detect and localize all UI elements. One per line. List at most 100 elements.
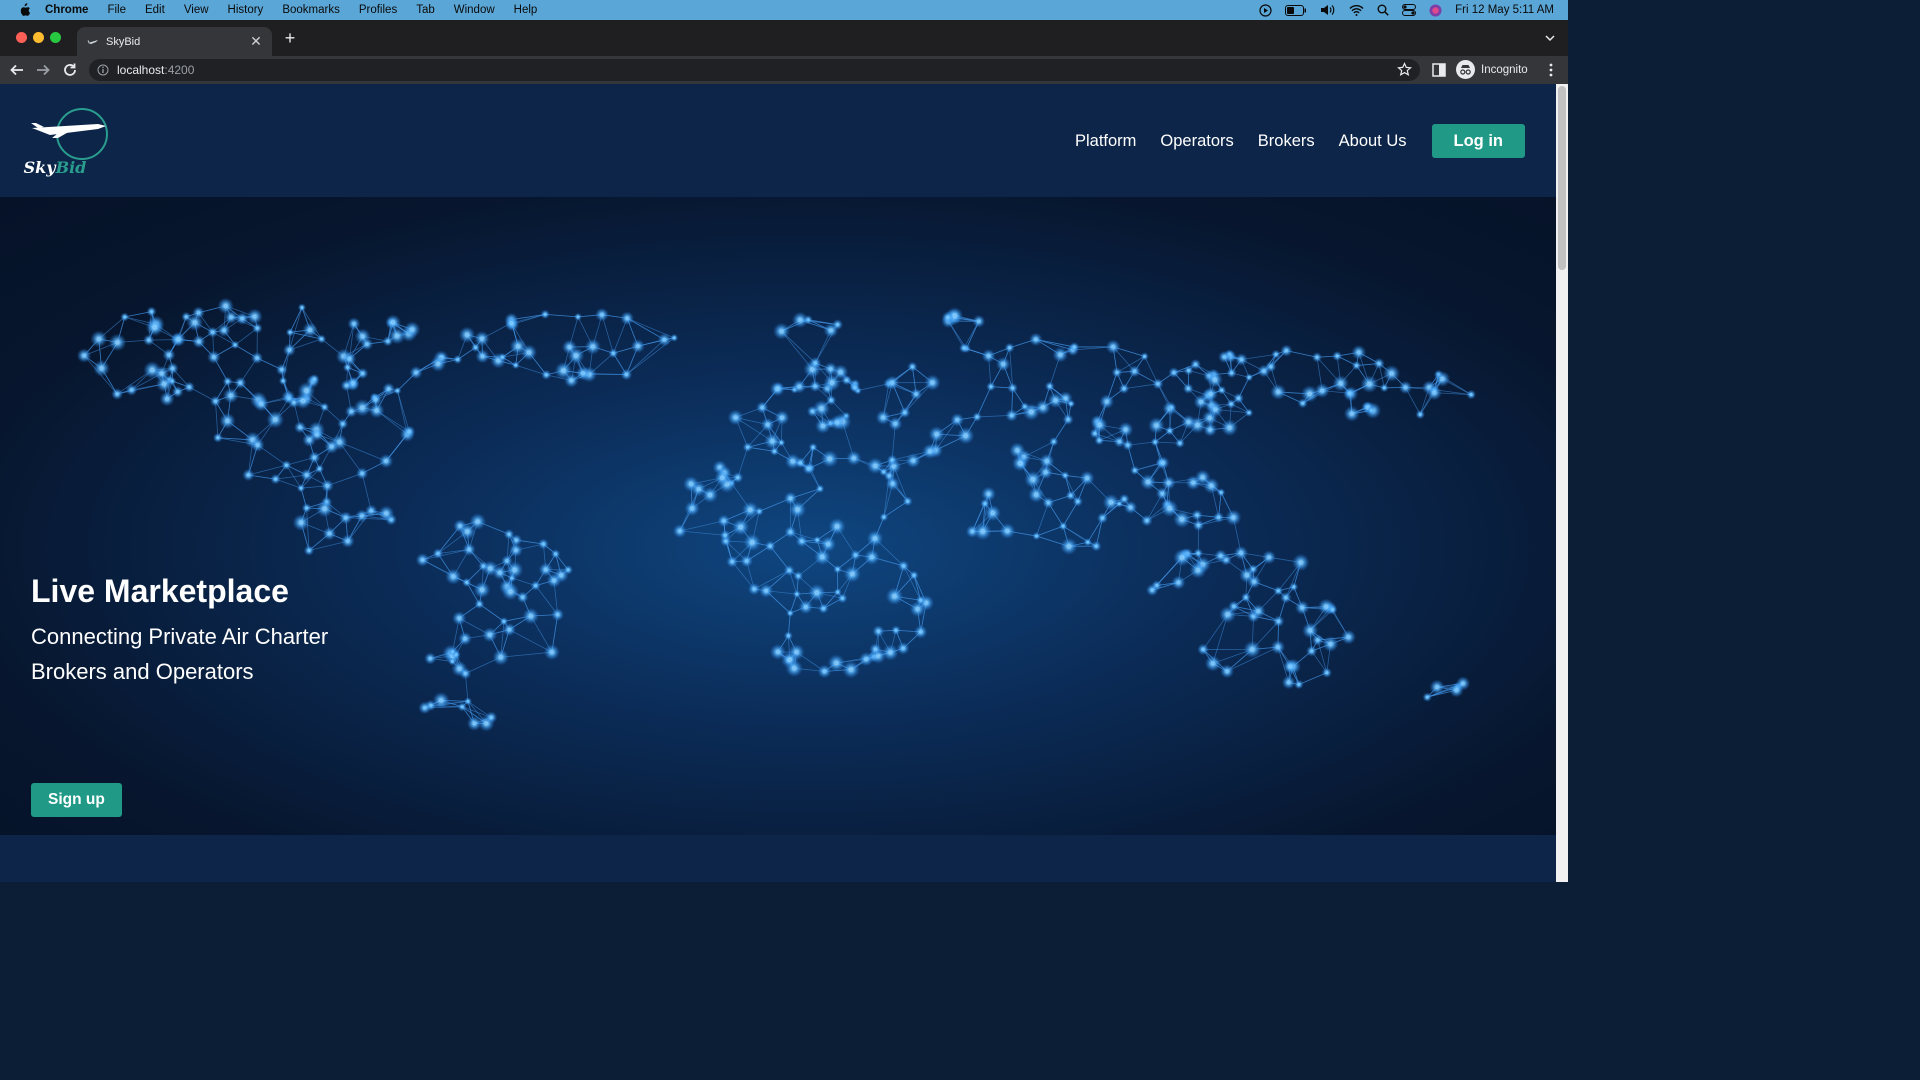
network-node <box>197 311 200 315</box>
network-node <box>1247 411 1251 415</box>
browser-tab[interactable]: SkyBid ✕ <box>77 27 272 56</box>
menu-app-name[interactable]: Chrome <box>45 4 88 16</box>
play-icon[interactable] <box>1259 3 1272 17</box>
network-node <box>501 355 504 359</box>
battery-icon[interactable] <box>1285 4 1307 16</box>
network-node <box>1324 605 1328 608</box>
network-node <box>1187 420 1190 424</box>
network-node <box>1208 428 1212 432</box>
network-node <box>499 655 503 659</box>
network-node <box>167 353 171 357</box>
network-node <box>214 399 217 403</box>
network-node <box>1339 382 1342 385</box>
menu-file[interactable]: File <box>107 4 126 16</box>
brand-bid: Bid <box>55 158 87 177</box>
search-icon[interactable] <box>1377 4 1389 16</box>
network-node <box>543 313 547 316</box>
nav-brokers[interactable]: Brokers <box>1258 132 1315 151</box>
page-scrollbar[interactable] <box>1556 84 1568 882</box>
network-node <box>745 559 748 563</box>
login-button[interactable]: Log in <box>1431 124 1525 158</box>
back-arrow-icon[interactable] <box>8 61 26 79</box>
network-node <box>1168 429 1172 433</box>
menu-tab[interactable]: Tab <box>416 4 435 16</box>
network-node <box>574 354 578 357</box>
network-node <box>480 588 484 592</box>
network-node <box>1177 581 1180 584</box>
network-node <box>466 530 469 533</box>
nav-operators[interactable]: Operators <box>1160 132 1233 151</box>
network-node <box>1288 665 1292 668</box>
network-node <box>1161 492 1164 495</box>
network-node <box>946 316 950 319</box>
close-tab-icon[interactable]: ✕ <box>248 33 264 49</box>
network-node <box>1045 459 1049 463</box>
siri-icon[interactable] <box>1429 4 1442 17</box>
network-node <box>273 418 277 421</box>
network-node <box>1269 365 1273 369</box>
network-node <box>255 356 259 360</box>
nav-platform[interactable]: Platform <box>1075 132 1136 151</box>
hero-section: Live Marketplace Connecting Private Air … <box>0 197 1556 835</box>
network-node <box>1287 681 1291 684</box>
browser-tab-strip: SkyBid ✕ + <box>0 20 1568 56</box>
menu-history[interactable]: History <box>228 4 264 16</box>
menu-window[interactable]: Window <box>454 4 495 16</box>
incognito-profile-button[interactable]: Incognito <box>1456 60 1528 79</box>
menu-view[interactable]: View <box>184 4 209 16</box>
network-node <box>773 450 776 453</box>
network-node <box>970 530 974 533</box>
nav-about-us[interactable]: About Us <box>1339 132 1407 151</box>
browser-menu-icon[interactable] <box>1544 62 1558 78</box>
network-node <box>815 538 819 542</box>
site-info-icon[interactable] <box>97 64 109 76</box>
network-node <box>507 628 511 631</box>
signup-button[interactable]: Sign up <box>31 783 122 817</box>
window-close-button[interactable] <box>16 32 27 43</box>
network-node <box>625 373 628 376</box>
network-node <box>663 338 666 341</box>
forward-arrow-icon[interactable] <box>34 61 52 79</box>
wifi-icon[interactable] <box>1349 4 1364 16</box>
bookmark-star-icon[interactable] <box>1397 62 1412 77</box>
apple-icon[interactable] <box>17 3 31 17</box>
network-node <box>299 486 303 490</box>
window-zoom-button[interactable] <box>50 32 61 43</box>
volume-icon[interactable] <box>1320 4 1336 16</box>
network-node <box>115 392 119 396</box>
network-node <box>513 568 516 572</box>
control-center-icon[interactable] <box>1402 4 1417 16</box>
network-node <box>576 315 580 319</box>
window-minimize-button[interactable] <box>33 32 44 43</box>
network-node <box>891 482 894 485</box>
menubar-clock[interactable]: Fri 12 May 5:11 AM <box>1455 4 1554 16</box>
menu-profiles[interactable]: Profiles <box>359 4 397 16</box>
scrollbar-thumb[interactable] <box>1558 86 1566 270</box>
network-node <box>489 716 493 719</box>
new-tab-icon[interactable]: + <box>282 29 298 47</box>
reload-icon[interactable] <box>61 61 79 79</box>
network-node <box>212 355 216 359</box>
network-node <box>818 487 822 491</box>
menu-help[interactable]: Help <box>514 4 538 16</box>
side-panel-icon[interactable] <box>1432 63 1446 77</box>
network-node <box>480 337 484 340</box>
tab-search-chevron-icon[interactable] <box>1544 32 1556 44</box>
network-node <box>874 647 877 651</box>
network-node <box>197 340 201 343</box>
network-node <box>1126 443 1130 447</box>
network-node <box>534 584 537 587</box>
network-node <box>795 592 799 596</box>
network-node <box>822 607 825 610</box>
network-node <box>1111 345 1115 349</box>
network-node <box>298 426 302 429</box>
menu-bookmarks[interactable]: Bookmarks <box>282 4 340 16</box>
network-node <box>305 473 308 477</box>
network-node <box>906 500 909 503</box>
network-node <box>1199 400 1203 404</box>
network-node <box>395 334 399 338</box>
network-node <box>1085 476 1089 480</box>
network-node <box>288 330 292 334</box>
menu-edit[interactable]: Edit <box>145 4 165 16</box>
address-bar[interactable]: localhost:4200 <box>89 59 1420 81</box>
